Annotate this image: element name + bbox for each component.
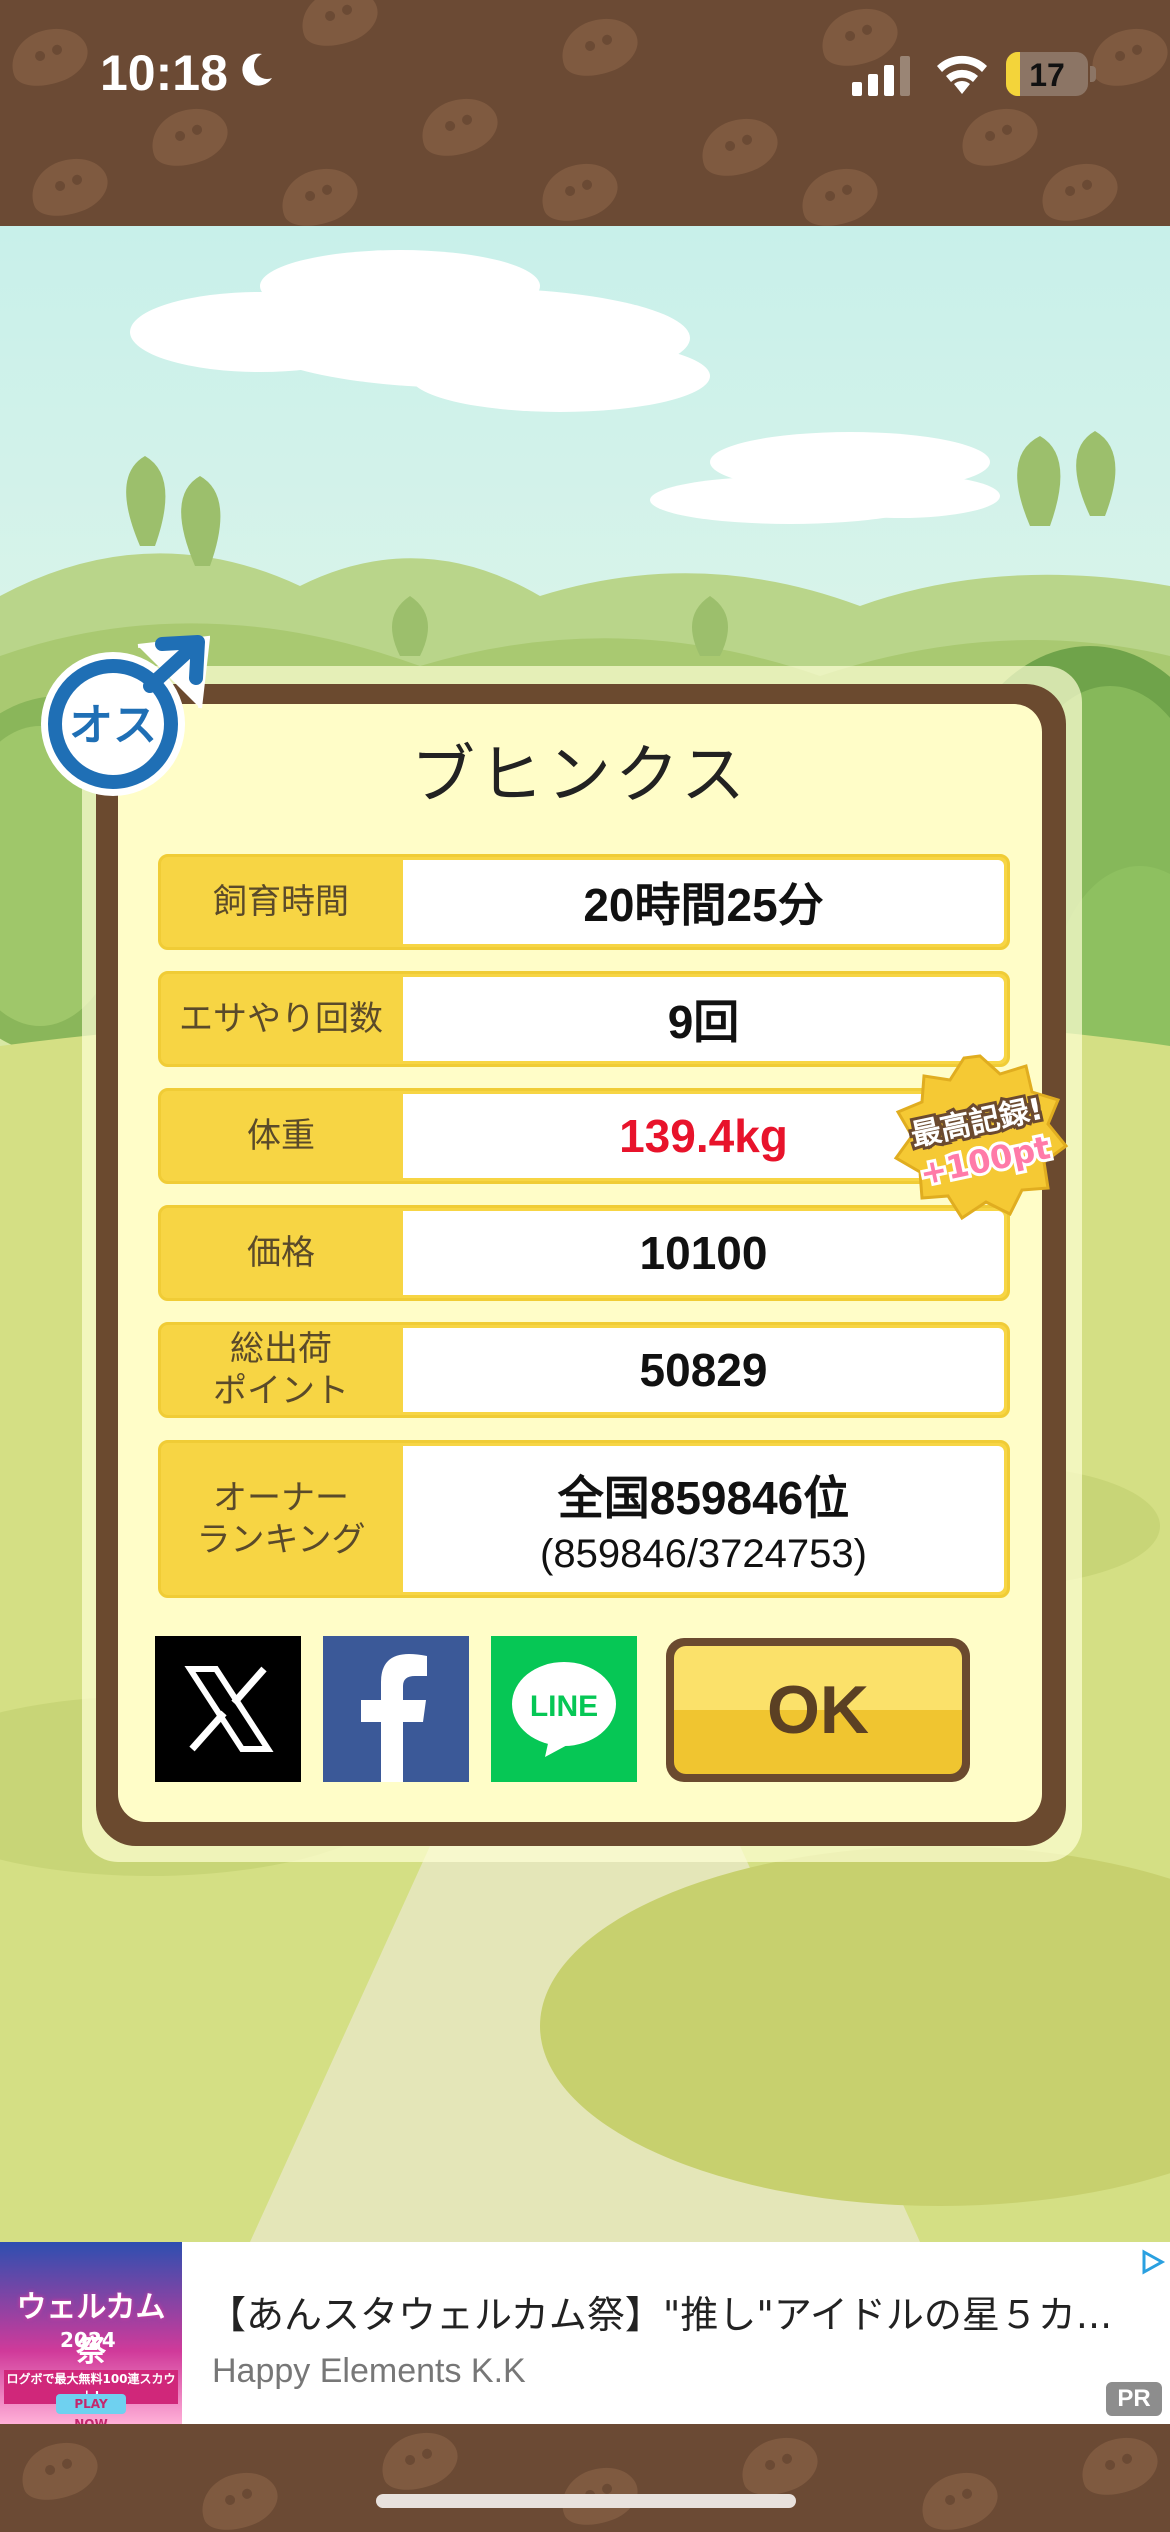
ranking-detail: (859846/3724753)	[540, 1531, 867, 1576]
stat-value: 20時間25分	[403, 860, 1004, 944]
stat-label: オーナー ランキング	[196, 1478, 366, 1560]
pet-name: ブヒンクス	[410, 739, 750, 813]
stat-value-text: 9回	[667, 996, 740, 1048]
bottom-pattern-bar	[0, 2424, 1170, 2532]
facebook-logo-icon	[361, 1654, 427, 1782]
signal-icon	[852, 56, 910, 96]
share-x-button[interactable]	[155, 1636, 301, 1782]
stat-label: 体重	[247, 1116, 315, 1156]
status-time: 10:18	[100, 45, 228, 101]
stat-row-price: 価格 10100	[158, 1205, 1010, 1301]
stat-value: 9回	[403, 977, 1004, 1061]
ad-play-now: PLAY NOW	[56, 2394, 126, 2424]
wifi-icon	[937, 55, 987, 94]
ad-pr-badge: PR	[1106, 2382, 1162, 2416]
stat-value-text: 50829	[639, 1344, 768, 1396]
stat-row-weight: 体重 139.4kg	[158, 1088, 1010, 1184]
share-line-button[interactable]: LINE	[491, 1636, 637, 1782]
moon-icon	[242, 53, 272, 86]
home-indicator[interactable]	[376, 2494, 796, 2508]
ok-button-label: OK	[767, 1672, 869, 1748]
stat-value: 50829	[403, 1328, 1004, 1412]
ok-button[interactable]: OK	[666, 1638, 970, 1782]
stat-row-total-points: 総出荷 ポイント 50829	[158, 1322, 1010, 1418]
line-logo-icon: LINE	[512, 1662, 616, 1757]
stat-row-feed-count: エサやり回数 9回	[158, 971, 1010, 1067]
stat-value: 10100	[403, 1211, 1004, 1295]
ad-advertiser[interactable]: Happy Elements K.K	[212, 2352, 526, 2391]
adchoices-icon[interactable]	[1138, 2248, 1166, 2276]
battery-tip	[1090, 66, 1096, 82]
stat-label: 飼育時間	[213, 882, 349, 922]
battery-indicator: 17	[1006, 52, 1088, 96]
stat-value: 全国859846位 (859846/3724753)	[403, 1446, 1004, 1592]
stat-value-text: 10100	[639, 1227, 768, 1279]
ad-image-year: 2024	[60, 2328, 116, 2352]
stat-label: エサやり回数	[179, 999, 383, 1039]
ad-image-title: ウェルカム祭	[16, 2290, 166, 2369]
stat-label: 総出荷 ポイント	[213, 1329, 349, 1411]
stat-value-text: 20時間25分	[583, 879, 824, 931]
line-logo-text: LINE	[530, 1690, 598, 1723]
ranking-value: 全国859846位	[557, 1471, 850, 1524]
ad-banner[interactable]: ウェルカム祭 2024 ログボで最大無料100連スカウト! PLAY NOW 【…	[0, 2242, 1170, 2424]
stat-row-breeding-time: 飼育時間 20時間25分	[158, 854, 1010, 950]
record-badge: 最高記録! +100pt	[893, 1054, 1069, 1221]
battery-level: 17	[1029, 57, 1065, 93]
ad-image[interactable]: ウェルカム祭 2024 ログボで最大無料100連スカウト! PLAY NOW	[0, 2242, 182, 2424]
x-logo-icon	[184, 1666, 274, 1752]
ad-title[interactable]: 【あんスタウェルカム祭】"推し"アイドルの星５カ...	[208, 2284, 1108, 2339]
status-bar: 10:18 17	[0, 0, 1170, 150]
stat-label: 価格	[247, 1233, 315, 1273]
stat-value-text: 139.4kg	[619, 1110, 788, 1162]
share-facebook-button[interactable]	[323, 1636, 469, 1782]
stat-row-owner-ranking: オーナー ランキング 全国859846位 (859846/3724753)	[158, 1440, 1010, 1598]
